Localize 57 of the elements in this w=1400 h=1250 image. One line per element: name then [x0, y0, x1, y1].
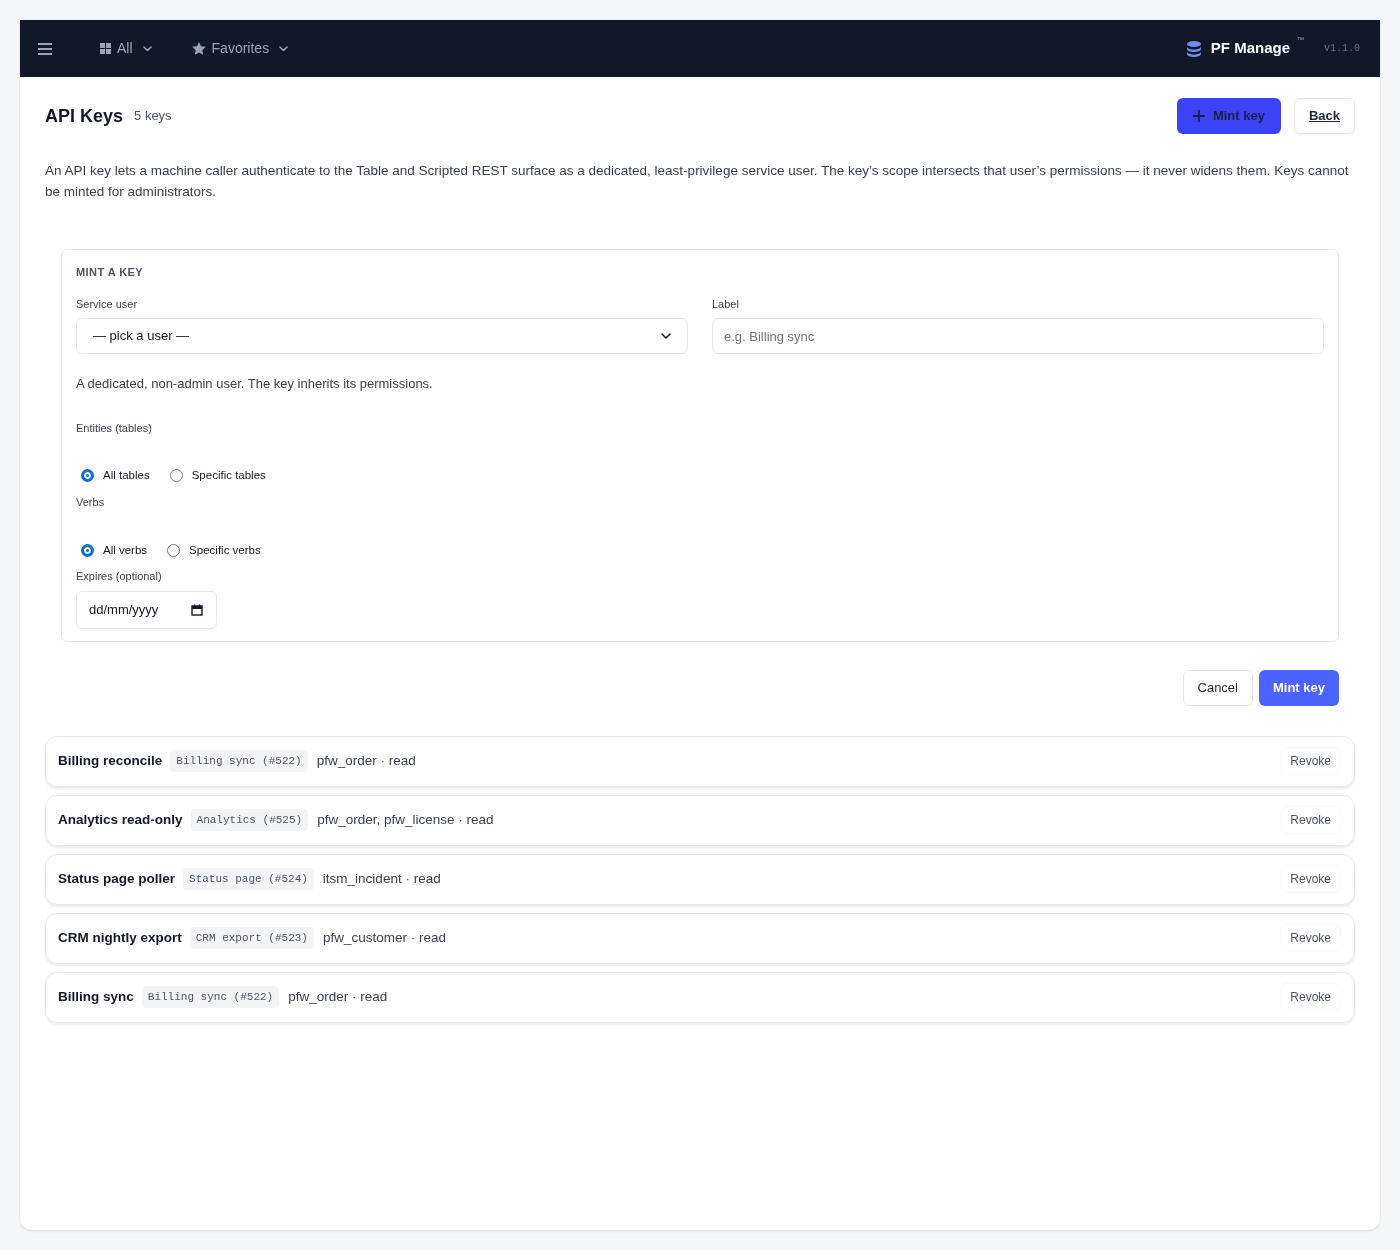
key-count: 5 keys: [134, 107, 172, 126]
page-title: API Keys: [45, 104, 124, 128]
radio-button[interactable]: [169, 469, 183, 483]
field-label: Expires (optional): [76, 569, 162, 584]
radio-label: All verbs: [103, 542, 148, 558]
service-user-select[interactable]: — pick a user —: [76, 318, 688, 354]
revoke-button[interactable]: Revoke: [1281, 748, 1340, 774]
key-name: Analytics read-only: [58, 810, 183, 829]
radio-label: All tables: [103, 468, 150, 483]
key-scope: pfw_order · read: [288, 987, 388, 1006]
chevron-down-icon: [661, 333, 671, 339]
field-label: Entities (tables): [76, 420, 152, 436]
key-name: Billing sync: [58, 987, 134, 1006]
radio-button[interactable]: [81, 469, 94, 483]
key-scope: pfw_customer · read: [322, 928, 447, 947]
menu-icon[interactable]: [38, 42, 52, 55]
revoke-button[interactable]: Revoke: [1281, 866, 1340, 892]
nav-menu-button[interactable]: All: [100, 38, 152, 59]
radio-label: Specific verbs: [189, 542, 261, 558]
date-field[interactable]: dd/mm/yyyy: [76, 590, 217, 629]
chevron-down-icon: [279, 45, 289, 52]
calendar-icon: [191, 603, 203, 616]
radio-button[interactable]: [81, 543, 94, 557]
revoke-button[interactable]: Revoke: [1281, 925, 1340, 951]
key-scope: itsm_incident · read: [322, 869, 441, 888]
help-text: A dedicated, non-admin user. The key inherits its permissions.: [76, 375, 433, 393]
field-label: Label: [712, 296, 739, 312]
submit-button[interactable]: Mint key: [1259, 669, 1339, 706]
database-icon: [1186, 40, 1201, 57]
field-label: Verbs: [76, 495, 105, 511]
chevron-down-icon: [142, 45, 152, 52]
star-icon: [191, 42, 206, 55]
key-scope: pfw_order · read: [316, 751, 416, 770]
field-label: Service user: [76, 296, 138, 312]
revoke-button[interactable]: Revoke: [1281, 984, 1340, 1010]
key-name: Billing reconcile: [58, 751, 163, 770]
key-scope: pfw_order, pfw_license · read: [317, 810, 494, 829]
user-tag: Status page (#524): [183, 868, 314, 890]
user-tag: Billing sync (#522): [170, 750, 308, 772]
user-tag: Billing sync (#522): [141, 986, 280, 1008]
radio-button[interactable]: [167, 543, 181, 557]
cancel-button[interactable]: Cancel: [1182, 669, 1253, 706]
panel-heading: MINT A KEY: [76, 265, 144, 280]
plus-icon: [1192, 110, 1205, 122]
grid-icon: [100, 43, 111, 54]
revoke-button[interactable]: Revoke: [1281, 807, 1340, 833]
user-tag: Analytics (#525): [190, 809, 309, 831]
key-name: Status page poller: [58, 869, 176, 888]
label-input[interactable]: e.g. Billing sync: [712, 318, 1324, 354]
version-label: v1.1.0: [1324, 42, 1360, 56]
brand-name: PF Manage: [1210, 38, 1290, 59]
nav-menu-button[interactable]: Favorites: [191, 38, 289, 59]
back-button[interactable]: Back: [1293, 98, 1355, 134]
key-name: CRM nightly export: [58, 928, 182, 947]
description-text: An API key lets a machine caller authenticate to the Table and Scripted REST surface as a dedicated, least-privilege service user. The key’s scope intersects that user’s permissions — it never widens them. Keys cannot be minted for administrators.: [45, 162, 1350, 201]
user-tag: CRM export (#523): [189, 927, 314, 949]
radio-label: Specific tables: [191, 468, 266, 483]
